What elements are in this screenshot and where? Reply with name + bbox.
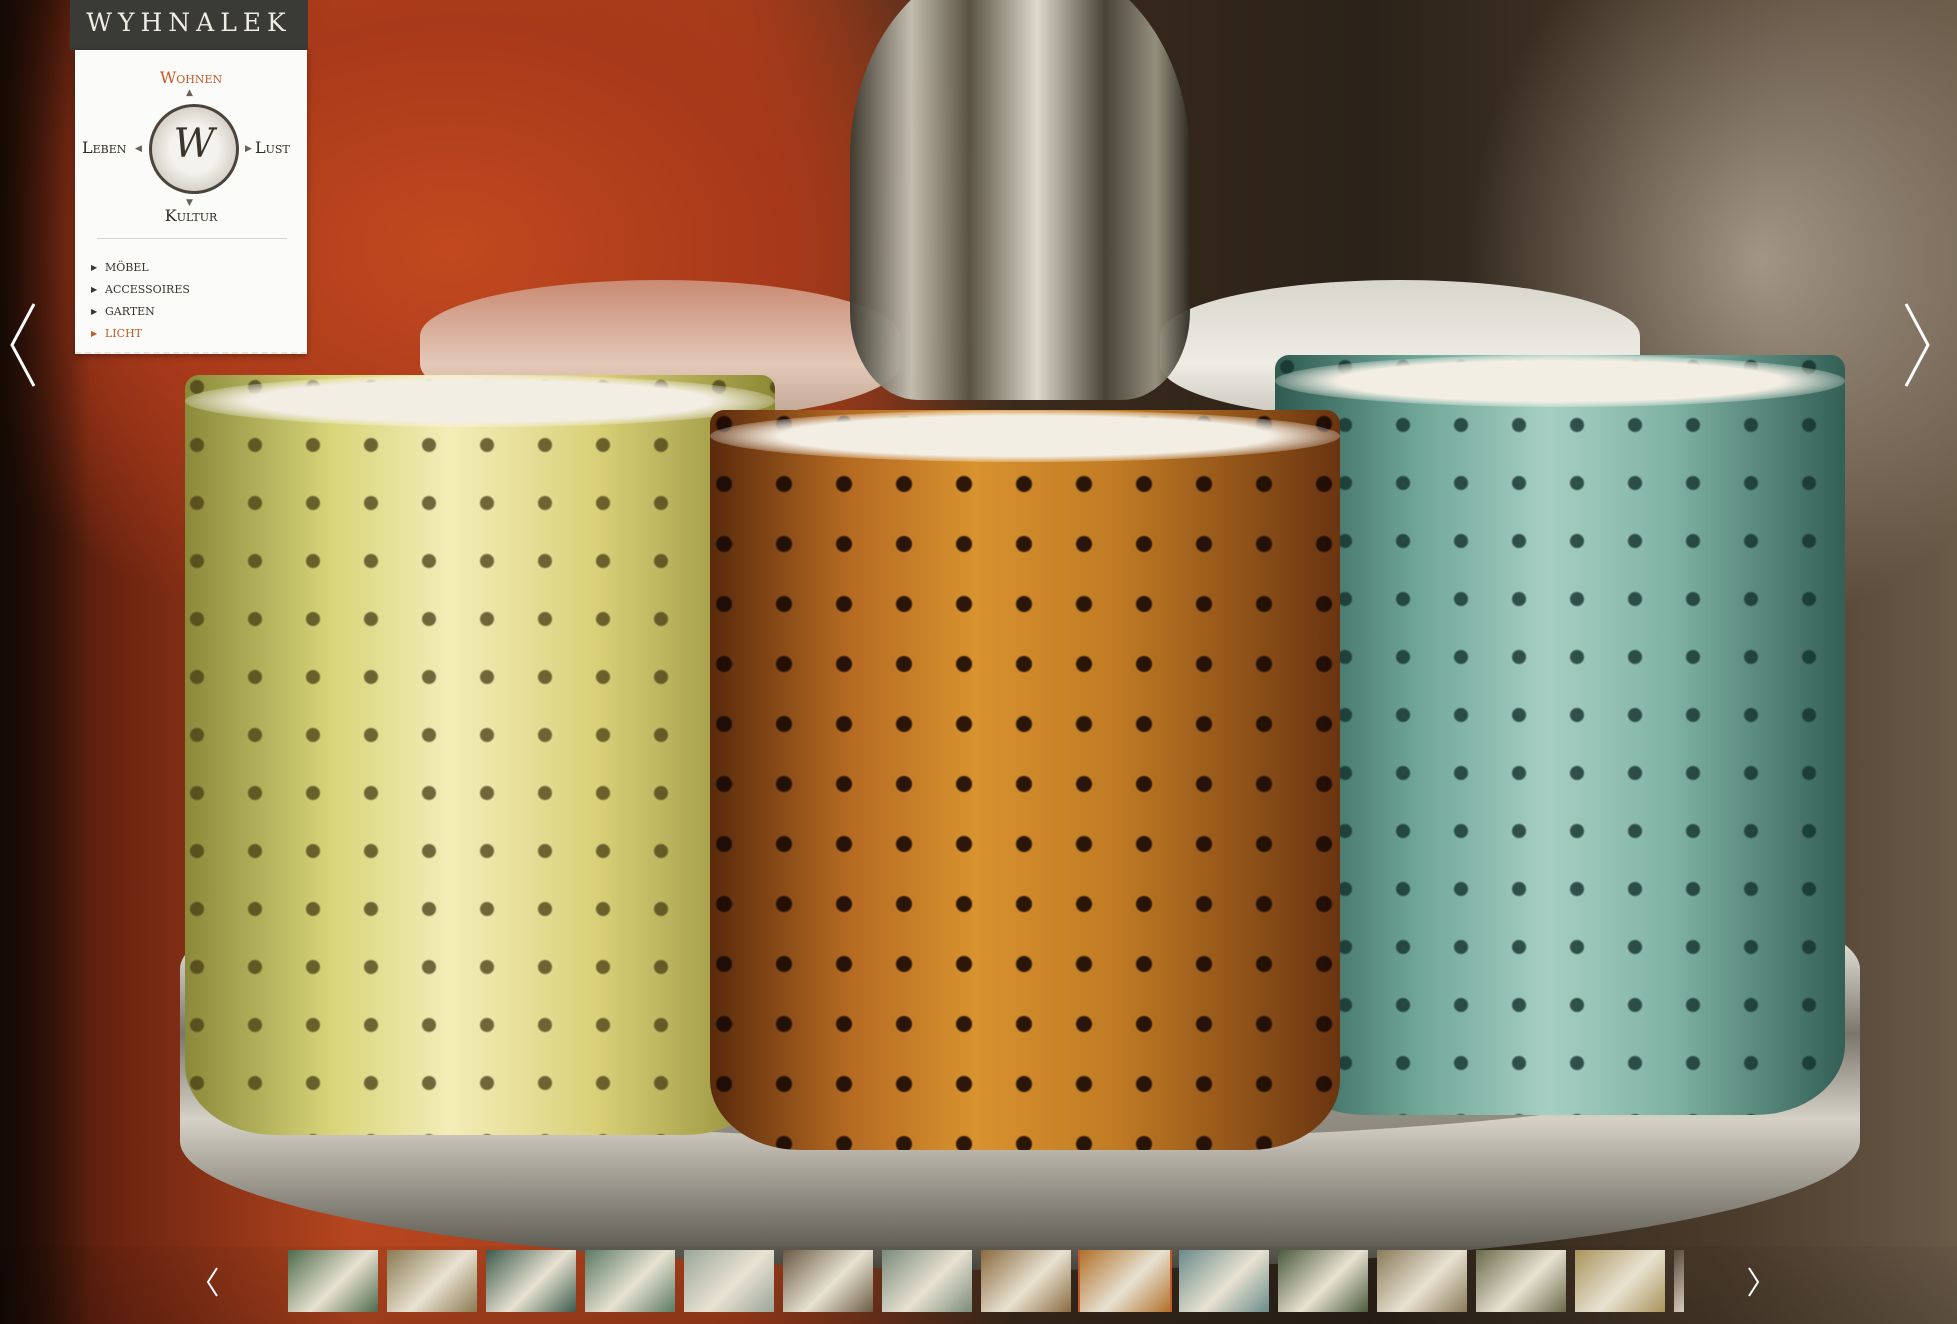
triangle-up-icon: ▲	[186, 88, 193, 98]
seal-word-leben: Leben	[82, 138, 127, 157]
menu-item-accessoires[interactable]: ▶ ACCESSOIRES	[91, 278, 190, 300]
chevron-right-icon	[1904, 303, 1930, 387]
thumbnail-gold-jars[interactable]	[1575, 1250, 1665, 1312]
menu-item-garten[interactable]: ▶ GARTEN	[91, 300, 190, 322]
thumbnail-prev-button[interactable]	[202, 1262, 222, 1302]
thumbnail-candle-holders[interactable]	[1078, 1250, 1172, 1312]
thumbnail-lanterns[interactable]	[486, 1250, 576, 1312]
logo-seal[interactable]: W	[149, 104, 239, 194]
thumbnail-shop-interior[interactable]	[288, 1250, 378, 1312]
menu-item-label: GARTEN	[105, 304, 155, 318]
thumbnail-silver-jars[interactable]	[387, 1250, 477, 1312]
thumbnail-green-vases[interactable]	[585, 1250, 675, 1312]
seal-word-wohnen: Wohnen	[159, 68, 223, 87]
logo-panel: Wohnen ▲ Leben ◀ W ▶ Lust ▼ Kultur ▶ MÖB…	[75, 50, 307, 354]
chevron-right-icon	[1748, 1267, 1760, 1297]
candle-holder-yellow	[185, 375, 775, 1135]
divider	[97, 238, 287, 239]
brand-name[interactable]: WYHNALEK	[70, 8, 308, 37]
thumbnail-copper-lamp[interactable]	[981, 1250, 1071, 1312]
seal-word-kultur: Kultur	[164, 206, 218, 225]
prev-slide-button[interactable]	[4, 300, 40, 390]
thumbnail-tableware[interactable]	[882, 1250, 972, 1312]
menu-arrow-icon: ▶	[91, 262, 98, 272]
thumbnail-lamp-shades[interactable]	[1377, 1250, 1467, 1312]
thumbnail-lamp-display[interactable]	[1278, 1250, 1368, 1312]
menu-item-moebel[interactable]: ▶ MÖBEL	[91, 256, 190, 278]
thumbnail-table-lamp[interactable]	[1179, 1250, 1269, 1312]
triangle-right-icon: ▶	[245, 144, 252, 154]
menu-item-label: MÖBEL	[105, 260, 149, 274]
silver-vase	[850, 0, 1190, 400]
candle-holder-amber	[710, 410, 1340, 1150]
thumbnail-pendant-lamps[interactable]	[783, 1250, 873, 1312]
next-slide-button[interactable]	[1900, 300, 1936, 390]
seal-word-lust: Lust	[255, 138, 290, 157]
chevron-left-icon	[206, 1267, 218, 1297]
chevron-left-icon	[10, 303, 36, 387]
menu-arrow-icon: ▶	[91, 328, 98, 338]
menu-arrow-icon: ▶	[91, 284, 98, 294]
candle-holder-teal	[1275, 355, 1845, 1115]
thumbnail-shelf[interactable]	[1674, 1250, 1684, 1312]
main-menu: ▶ MÖBEL ▶ ACCESSOIRES ▶ GARTEN ▶ LICHT	[91, 256, 190, 344]
thumbnail-strip	[288, 1250, 1684, 1312]
thumbnail-bottles[interactable]	[1476, 1250, 1566, 1312]
thumbnail-bowls[interactable]	[684, 1250, 774, 1312]
menu-arrow-icon: ▶	[91, 306, 98, 316]
thumbnail-next-button[interactable]	[1744, 1262, 1764, 1302]
menu-item-label: LICHT	[105, 326, 142, 340]
menu-item-licht[interactable]: ▶ LICHT	[91, 322, 190, 344]
seal-monogram: W	[173, 121, 215, 167]
menu-item-label: ACCESSOIRES	[105, 282, 190, 296]
triangle-left-icon: ◀	[135, 144, 142, 154]
